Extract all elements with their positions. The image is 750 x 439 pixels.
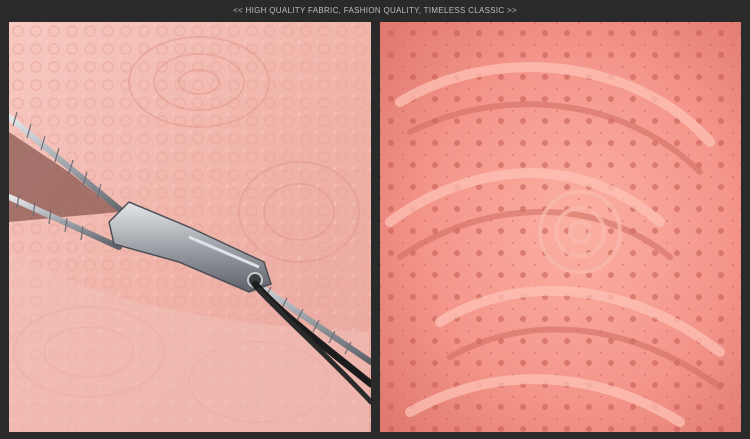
- zipper-lace-photo: [9, 22, 371, 432]
- zipper-lace-image: [9, 22, 371, 432]
- coral-lace-image: [380, 22, 741, 432]
- title-banner: << HIGH QUALITY FABRIC, FASHION QUALITY,…: [0, 0, 750, 20]
- banner-text: << HIGH QUALITY FABRIC, FASHION QUALITY,…: [233, 5, 517, 15]
- coral-lace-photo: [380, 22, 741, 432]
